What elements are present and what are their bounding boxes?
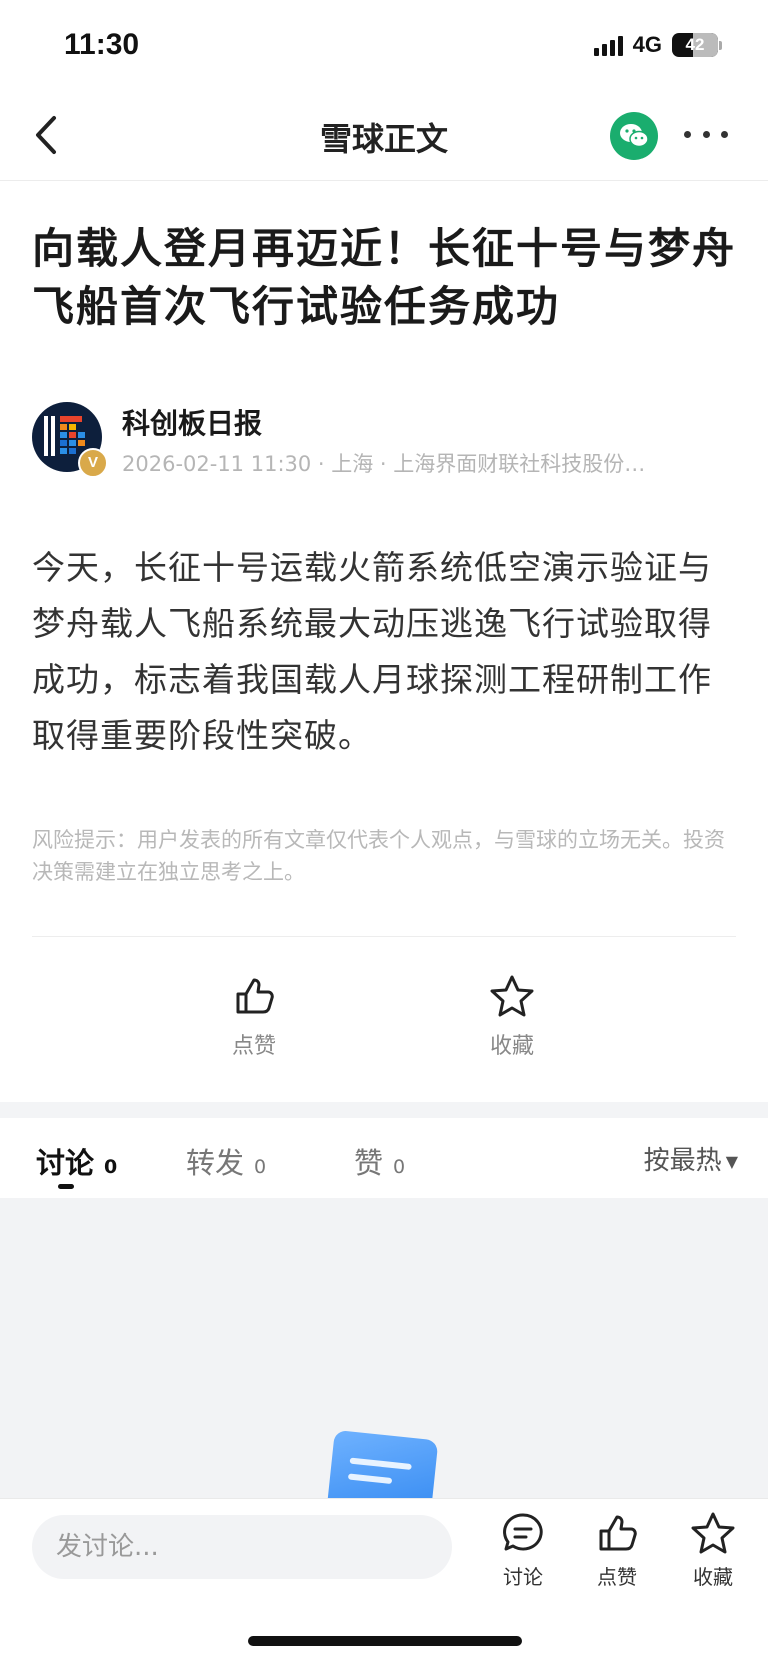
active-tab-indicator <box>58 1184 74 1189</box>
article-title: 向载人登月再迈近！长征十号与梦舟飞船首次飞行试验任务成功 <box>32 224 737 331</box>
bottom-like-button[interactable]: 点赞 <box>582 1511 652 1590</box>
network-type: 4G <box>632 32 662 57</box>
wechat-icon <box>620 124 649 148</box>
tab-label: 转发 <box>186 1146 245 1180</box>
tab-likes[interactable]: 赞0 <box>354 1140 405 1182</box>
nav-bar: 雪球正文 <box>0 90 768 181</box>
comment-tabs: 讨论 0 转发 0 赞0 按最热 ▼ <box>0 1118 768 1198</box>
tab-repost[interactable]: 转发 0 <box>186 1140 266 1182</box>
author-name[interactable]: 科创板日报 <box>122 402 262 442</box>
home-indicator <box>248 1636 522 1646</box>
battery-level: 42 <box>685 35 705 54</box>
tab-label: 讨论 <box>36 1146 95 1180</box>
tab-count: 0 <box>393 1156 406 1178</box>
more-dot-icon <box>684 130 691 138</box>
like-button[interactable]: 点赞 <box>194 974 314 1060</box>
section-separator <box>0 1102 768 1118</box>
tab-count: 0 <box>254 1156 267 1178</box>
bottom-favorite-button[interactable]: 收藏 <box>678 1511 748 1590</box>
divider <box>32 936 736 937</box>
sort-dropdown[interactable]: 按最热 ▼ <box>644 1140 738 1177</box>
star-icon <box>490 975 534 1017</box>
discuss-label: 讨论 <box>503 1565 543 1589</box>
discuss-button[interactable]: 讨论 <box>488 1511 558 1590</box>
signal-icon <box>593 34 623 56</box>
verified-badge: V <box>78 448 108 478</box>
caret-down-icon: ▼ <box>725 1152 738 1171</box>
sort-label: 按最热 <box>643 1146 722 1176</box>
star-icon <box>691 1512 735 1554</box>
thumbs-up-icon <box>236 978 274 1014</box>
wechat-share-button[interactable] <box>610 112 658 160</box>
status-indicators: 4G 42 <box>593 32 722 58</box>
article-body: 今天，长征十号运载火箭系统低空演示验证与梦舟载人飞船系统最大动压逃逸飞行试验取得… <box>32 548 712 755</box>
article-meta: 2026-02-11 11:30 · 上海 · 上海界面财联社科技股份… <box>122 452 646 476</box>
tab-discussion[interactable]: 讨论 0 <box>36 1140 117 1182</box>
risk-notice: 风险提示：用户发表的所有文章仅代表个人观点，与雪球的立场无关。投资决策需建立在独… <box>32 828 725 884</box>
battery-icon: 42 <box>672 33 722 57</box>
favorite-label: 收藏 <box>489 1034 534 1059</box>
tab-count: 0 <box>104 1156 118 1178</box>
status-time: 11:30 <box>64 28 140 61</box>
like-label: 点赞 <box>231 1034 276 1059</box>
more-button[interactable] <box>684 126 728 142</box>
tab-label: 赞 <box>354 1146 384 1180</box>
chat-bubble-icon <box>503 1513 543 1551</box>
bottom-like-label: 点赞 <box>597 1565 637 1589</box>
thumbs-up-icon <box>599 1515 637 1551</box>
bottom-favorite-label: 收藏 <box>693 1565 733 1589</box>
favorite-button[interactable]: 收藏 <box>452 974 572 1060</box>
comment-input[interactable] <box>32 1515 452 1579</box>
